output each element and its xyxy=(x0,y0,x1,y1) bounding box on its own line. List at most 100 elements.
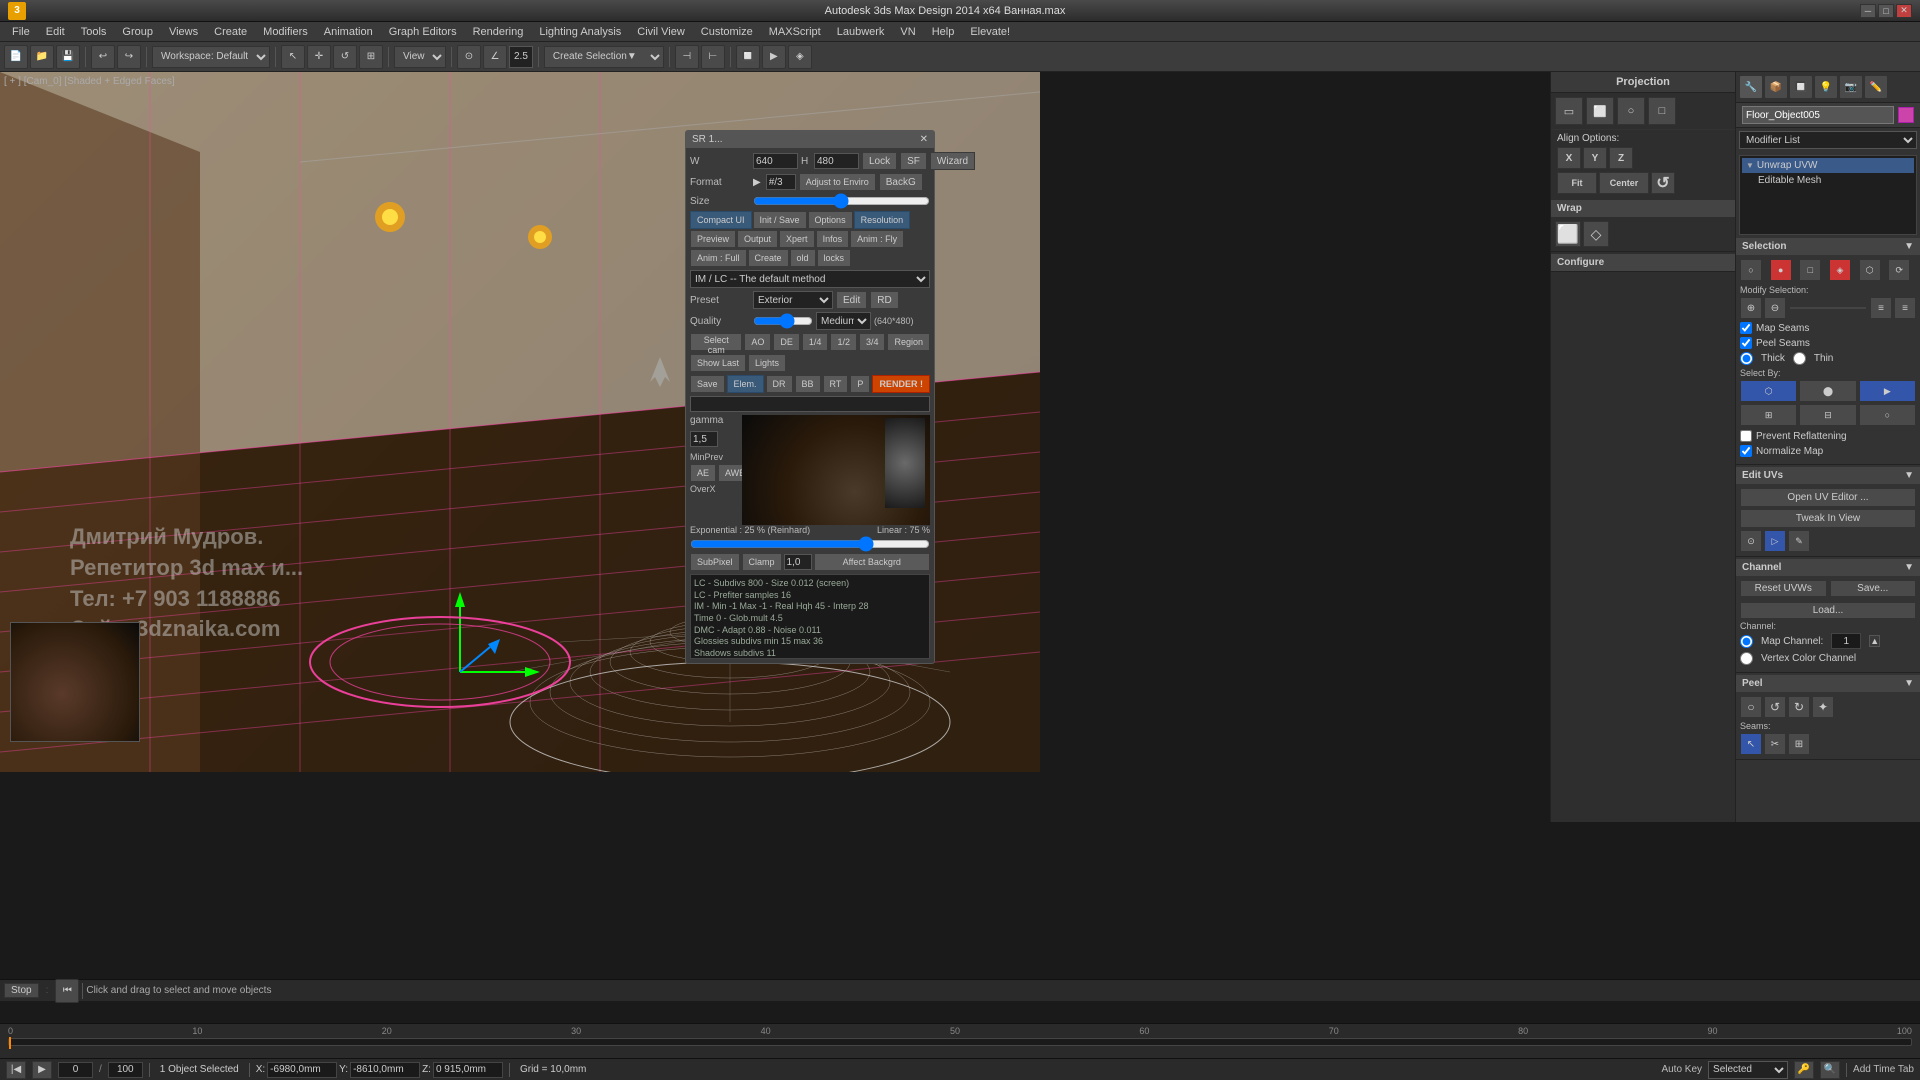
align-z-button[interactable]: Z xyxy=(1609,147,1633,169)
menu-tools[interactable]: Tools xyxy=(73,24,115,40)
thin-radio[interactable] xyxy=(1793,352,1806,365)
save-button[interactable]: 💾 xyxy=(56,45,80,69)
save-render-button[interactable]: Save xyxy=(690,375,725,393)
vertex-color-radio[interactable] xyxy=(1740,652,1753,665)
p-button[interactable]: P xyxy=(850,375,870,393)
angle-snap-button[interactable]: ∠ xyxy=(483,45,507,69)
sb-btn-3[interactable]: ▶ xyxy=(1859,380,1916,402)
init-save-button[interactable]: Init / Save xyxy=(753,211,807,229)
tweak-in-view-button[interactable]: Tweak In View xyxy=(1740,509,1916,528)
proj-sphere-button[interactable]: ○ xyxy=(1617,97,1645,125)
render-panel-close[interactable]: ✕ xyxy=(920,134,928,145)
menu-civil[interactable]: Civil View xyxy=(629,24,692,40)
menu-create[interactable]: Create xyxy=(206,24,255,40)
adjust-enviro-button[interactable]: Adjust to Enviro xyxy=(799,173,876,191)
peel-btn-4[interactable]: ✦ xyxy=(1812,696,1834,718)
configure-header[interactable]: Configure xyxy=(1551,254,1735,271)
z-coord-input[interactable] xyxy=(433,1062,503,1078)
width-input[interactable] xyxy=(753,153,798,169)
sel-mode-2[interactable]: ● xyxy=(1770,259,1792,281)
modifier-name-input[interactable] xyxy=(1742,106,1894,124)
seams-btn-1[interactable]: ↖ xyxy=(1740,733,1762,755)
elem-button[interactable]: Elem. xyxy=(727,375,764,393)
timeline-track[interactable] xyxy=(8,1038,1912,1046)
modifier-list-select[interactable]: Modifier List xyxy=(1739,131,1917,149)
subpixel-button[interactable]: SubPixel xyxy=(690,553,740,571)
sf-button[interactable]: SF xyxy=(900,152,927,170)
ao-button[interactable]: AO xyxy=(744,333,771,351)
uv-extra-2[interactable]: ▷ xyxy=(1764,530,1786,552)
locks-button[interactable]: locks xyxy=(817,249,852,267)
play-button[interactable]: ▶ xyxy=(32,1061,52,1079)
show-last-button[interactable]: Show Last xyxy=(690,354,746,372)
proj-box-button[interactable]: □ xyxy=(1648,97,1676,125)
q14-button[interactable]: 1/4 xyxy=(802,333,829,351)
menu-edit[interactable]: Edit xyxy=(38,24,73,40)
normalize-map-checkbox[interactable] xyxy=(1740,445,1752,457)
modify-btn-3[interactable]: ≡ xyxy=(1870,297,1892,319)
clamp-value-input[interactable] xyxy=(784,554,812,570)
seams-btn-2[interactable]: ✂ xyxy=(1764,733,1786,755)
peel-seams-checkbox[interactable] xyxy=(1740,337,1752,349)
menu-vn[interactable]: VN xyxy=(892,24,923,40)
compact-ui-button[interactable]: Compact UI xyxy=(690,211,752,229)
redo-button[interactable]: ↪ xyxy=(117,45,141,69)
align-y-button[interactable]: Y xyxy=(1583,147,1607,169)
select-button[interactable]: ↖ xyxy=(281,45,305,69)
height-input[interactable] xyxy=(814,153,859,169)
peel-btn-1[interactable]: ○ xyxy=(1740,696,1762,718)
options-button[interactable]: Options xyxy=(808,211,853,229)
modify-btn-2[interactable]: ⊖ xyxy=(1764,297,1786,319)
menu-help[interactable]: Help xyxy=(924,24,963,40)
gamma-value-input[interactable] xyxy=(690,431,718,447)
lights-button[interactable]: Lights xyxy=(748,354,786,372)
proj-flat-button[interactable]: ▭ xyxy=(1555,97,1583,125)
new-button[interactable]: 📄 xyxy=(4,45,28,69)
menu-maxscript[interactable]: MAXScript xyxy=(761,24,829,40)
sb-btn-6[interactable]: ○ xyxy=(1859,404,1916,426)
render-panel-title[interactable]: SR 1... ✕ xyxy=(686,131,934,148)
backg-button[interactable]: BackG xyxy=(879,173,923,191)
render-setup-button[interactable]: 🔲 xyxy=(736,45,760,69)
edit-preset-button[interactable]: Edit xyxy=(836,291,867,309)
linear-slider[interactable] xyxy=(690,538,930,550)
stop-button[interactable]: Stop xyxy=(4,983,39,998)
wrap-header[interactable]: Wrap xyxy=(1551,200,1735,217)
key-filters-button[interactable]: 🔍 xyxy=(1820,1061,1840,1079)
resolution-button[interactable]: Resolution xyxy=(854,211,911,229)
material-editor-button[interactable]: ◈ xyxy=(788,45,812,69)
output-button[interactable]: Output xyxy=(737,230,778,248)
panel-icon-6[interactable]: ✏️ xyxy=(1864,75,1888,99)
anim-fly-button[interactable]: Anim : Fly xyxy=(850,230,904,248)
sel-mode-1[interactable]: ○ xyxy=(1740,259,1762,281)
menu-laubwerk[interactable]: Laubwerk xyxy=(829,24,893,40)
render-main-button[interactable]: RENDER ! xyxy=(872,375,930,393)
de-button[interactable]: DE xyxy=(773,333,800,351)
mirror-button[interactable]: ⊣ xyxy=(675,45,699,69)
lock-button[interactable]: Lock xyxy=(862,152,897,170)
snap-button[interactable]: ⊙ xyxy=(457,45,481,69)
scale-button[interactable]: ⊞ xyxy=(359,45,383,69)
map-channel-up[interactable]: ▲ xyxy=(1869,635,1880,647)
panel-icon-3[interactable]: 🔲 xyxy=(1789,75,1813,99)
uv-extra-3[interactable]: ✎ xyxy=(1788,530,1810,552)
q12-button[interactable]: 1/2 xyxy=(830,333,857,351)
map-channel-num[interactable] xyxy=(1831,633,1861,649)
xpert-button[interactable]: Xpert xyxy=(779,230,815,248)
selection-dropdown[interactable]: Create Selection▼ xyxy=(544,46,664,68)
align-button[interactable]: ⊢ xyxy=(701,45,725,69)
search-input[interactable] xyxy=(690,396,930,412)
sb-btn-1[interactable]: ⬡ xyxy=(1740,380,1797,402)
close-button[interactable]: ✕ xyxy=(1896,4,1912,18)
menu-views[interactable]: Views xyxy=(161,24,206,40)
q34-button[interactable]: 3/4 xyxy=(859,333,886,351)
set-key-button[interactable]: 🔑 xyxy=(1794,1061,1814,1079)
sb-btn-2[interactable]: ⬤ xyxy=(1799,380,1856,402)
map-channel-radio[interactable] xyxy=(1740,635,1753,648)
quality-slider[interactable] xyxy=(753,314,813,328)
workspace-dropdown[interactable]: Workspace: Default xyxy=(152,46,270,68)
anim-prev-button[interactable]: ⏮ xyxy=(55,979,79,1003)
peel-btn-3[interactable]: ↻ xyxy=(1788,696,1810,718)
panel-icon-1[interactable]: 🔧 xyxy=(1739,75,1763,99)
fit-button[interactable]: Fit xyxy=(1557,172,1597,194)
